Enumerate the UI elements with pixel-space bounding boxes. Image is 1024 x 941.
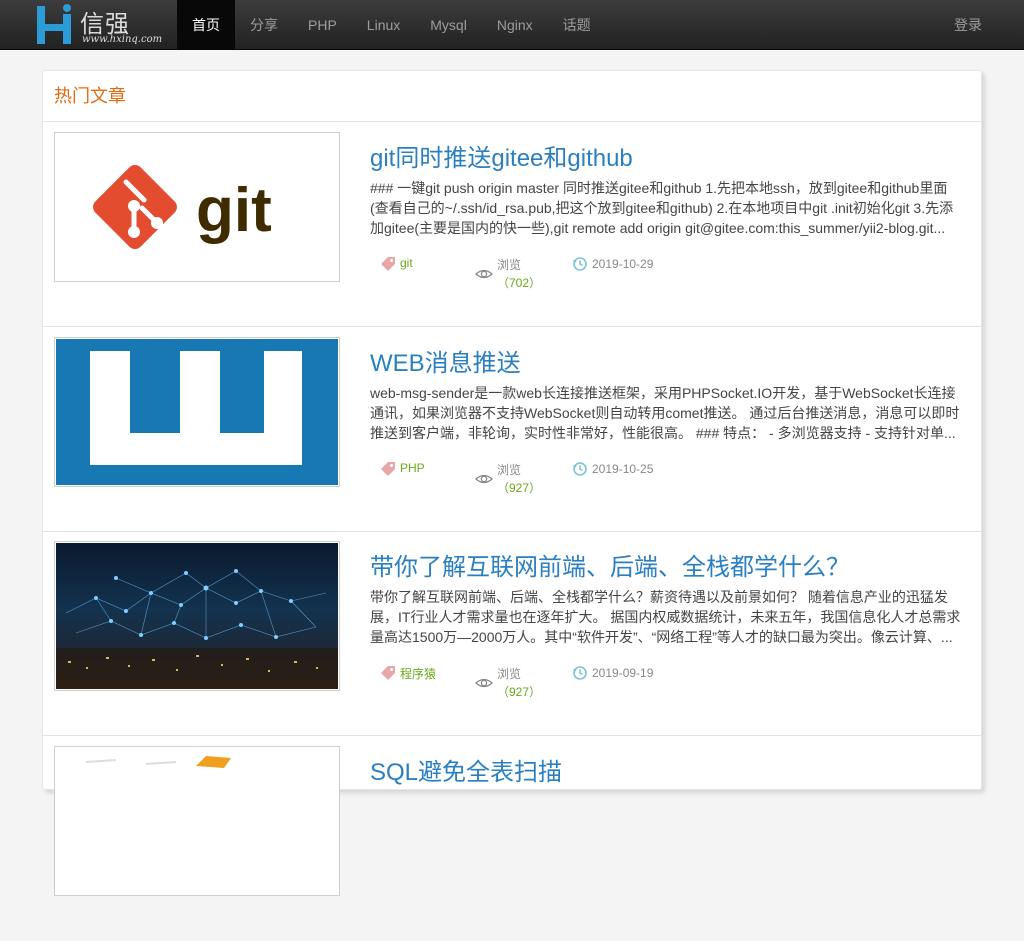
views-count: （702） <box>497 276 542 290</box>
eye-icon <box>475 269 493 279</box>
history-icon <box>573 462 587 476</box>
git-logo-icon: git <box>93 165 272 249</box>
article-item: git git同时推送gitee和github ### 一键git push o… <box>43 122 983 327</box>
tag-label[interactable]: git <box>400 256 413 270</box>
eye-icon <box>475 678 493 688</box>
article-title[interactable]: SQL避免全表扫描 <box>370 752 562 787</box>
svg-text:git: git <box>196 176 272 245</box>
tag-icon <box>381 462 395 476</box>
main-nav: 首页 分享 PHP Linux Mysql Nginx 话题 <box>177 0 606 50</box>
article-thumbnail[interactable] <box>54 337 340 487</box>
article-description: web-msg-sender是一款web长连接推送框架，采用PHPSocket.… <box>370 385 960 441</box>
nav-share[interactable]: 分享 <box>235 0 293 50</box>
tag-icon <box>381 257 395 271</box>
article-thumbnail[interactable] <box>54 746 340 896</box>
views-label: 浏览 <box>497 667 522 681</box>
logo-url: www.hxinq.com <box>82 34 163 45</box>
article-views: 浏览 （927） <box>475 665 541 701</box>
views-label: 浏览 <box>497 258 522 272</box>
article-date: 2019-10-25 <box>572 461 653 477</box>
date-text: 2019-10-29 <box>592 257 654 271</box>
nav-home[interactable]: 首页 <box>177 0 235 50</box>
date-text: 2019-09-19 <box>592 666 654 680</box>
article-item: SQL避免全表扫描 <box>43 736 983 941</box>
article-description: ### 一键git push origin master 同时推送gitee和g… <box>370 180 954 236</box>
hot-articles-panel: 热门文章 git git同时推送gitee和github ### 一键git p… <box>42 70 983 896</box>
views-count: （927） <box>497 481 542 495</box>
views-count: （927） <box>497 685 542 699</box>
article-views: 浏览 （927） <box>475 461 541 497</box>
article-date: 2019-09-19 <box>572 665 653 681</box>
panel-heading: 热门文章 <box>43 71 981 122</box>
nav-php[interactable]: PHP <box>293 0 352 50</box>
article-description: 带你了解互联网前端、后端、全栈都学什么？薪资待遇以及前景如何？ 随着信息产业的迅… <box>370 589 961 645</box>
nav-nginx[interactable]: Nginx <box>482 0 548 50</box>
article-thumbnail[interactable] <box>54 541 340 691</box>
article-tag: 程序猿 <box>380 665 436 682</box>
tag-icon <box>381 666 395 680</box>
article-title[interactable]: WEB消息推送 <box>370 343 521 378</box>
article-tag: git <box>380 256 413 272</box>
tag-label[interactable]: PHP <box>400 461 425 475</box>
views-label: 浏览 <box>497 463 522 477</box>
nav-mysql[interactable]: Mysql <box>415 0 482 50</box>
article-thumbnail[interactable]: git <box>54 132 340 282</box>
article-item: 带你了解互联网前端、后端、全栈都学什么？ 带你了解互联网前端、后端、全栈都学什么… <box>43 531 983 736</box>
eye-icon <box>475 474 493 484</box>
history-icon <box>573 257 587 271</box>
nav-linux[interactable]: Linux <box>352 0 415 50</box>
network-city-image <box>56 569 338 689</box>
websocket-logo-icon <box>90 351 302 465</box>
sql-image <box>85 756 231 768</box>
article-tag: PHP <box>380 461 425 477</box>
site-logo[interactable]: 信强 www.hxinq.com <box>34 2 170 48</box>
date-text: 2019-10-25 <box>592 462 654 476</box>
article-date: 2019-10-29 <box>572 256 653 272</box>
history-icon <box>573 666 587 680</box>
login-link[interactable]: 登录 <box>954 0 982 50</box>
nav-topics[interactable]: 话题 <box>548 0 606 50</box>
tag-label[interactable]: 程序猿 <box>400 665 436 682</box>
article-item: WEB消息推送 web-msg-sender是一款web长连接推送框架，采用PH… <box>43 327 983 532</box>
logo-h-icon <box>37 4 71 44</box>
article-title[interactable]: 带你了解互联网前端、后端、全栈都学什么？ <box>370 547 850 582</box>
top-navbar: 信强 www.hxinq.com 首页 分享 PHP Linux Mysql N… <box>0 0 1024 50</box>
article-title[interactable]: git同时推送gitee和github <box>370 138 633 173</box>
article-views: 浏览 （702） <box>475 256 541 292</box>
